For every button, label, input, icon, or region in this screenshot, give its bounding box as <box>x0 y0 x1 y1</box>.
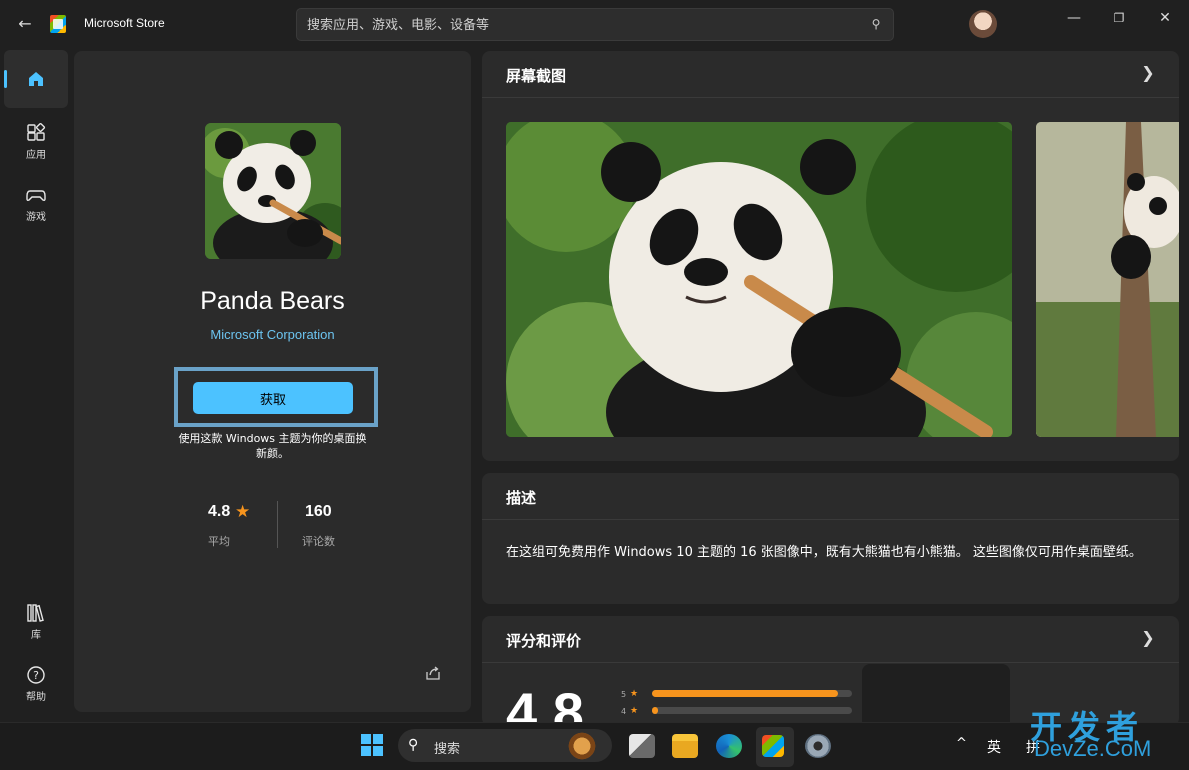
rating-bar-5 <box>652 690 852 697</box>
nav-apps[interactable]: 应用 <box>4 112 68 170</box>
search-icon[interactable]: ⚲ <box>869 17 883 31</box>
ratings-title: 评分和评价 <box>506 632 582 650</box>
average-rating: 4.8 <box>208 503 231 520</box>
review-count-label: 评论数 <box>302 535 335 548</box>
search-icon: ⚲ <box>408 737 419 753</box>
nav-library-label: 库 <box>31 630 41 641</box>
close-icon[interactable]: ✕ <box>1155 8 1175 28</box>
nav-help-label: 帮助 <box>26 692 46 703</box>
app-info-card: Panda Bears Microsoft Corporation 获取 使用这… <box>74 51 471 712</box>
chevron-right-icon[interactable]: ❯ <box>1140 64 1156 82</box>
description-title: 描述 <box>506 489 537 507</box>
store-icon <box>50 15 66 33</box>
section-separator <box>482 97 1179 98</box>
review-count: 160 <box>305 503 332 520</box>
star-icon: ★ <box>630 706 639 716</box>
app-title: Microsoft Store <box>84 16 165 30</box>
app-icon-image <box>205 123 341 259</box>
rating-bar-4 <box>652 707 852 714</box>
apps-icon <box>25 122 47 144</box>
windows-start-icon[interactable] <box>361 734 383 756</box>
search-highlight-icon[interactable] <box>565 732 599 760</box>
task-view-icon[interactable] <box>629 734 655 758</box>
nav-apps-label: 应用 <box>26 150 46 161</box>
settings-gear-icon[interactable] <box>805 734 831 758</box>
search-box[interactable]: ⚲ <box>296 8 894 41</box>
store-icon[interactable] <box>762 735 784 757</box>
screenshots-section: 屏幕截图 ❯ <box>482 51 1179 461</box>
section-separator <box>482 519 1179 520</box>
average-rating-label: 平均 <box>208 535 230 548</box>
share-icon[interactable] <box>425 665 441 681</box>
watermark-domain: DevZe.CoM <box>1034 736 1152 761</box>
description-section: 描述 在这组可免费用作 Windows 10 主题的 16 张图像中，既有大熊猫… <box>482 473 1179 604</box>
input-language[interactable]: 英 <box>987 737 1001 757</box>
stats-divider <box>277 501 278 548</box>
maximize-icon[interactable]: ❐ <box>1109 8 1129 28</box>
back-arrow-icon[interactable]: ← <box>14 13 36 35</box>
taskbar-search-label: 搜索 <box>434 742 461 757</box>
svg-text:?: ? <box>33 669 39 682</box>
minimize-icon[interactable]: — <box>1064 8 1084 28</box>
get-description: 使用这款 Windows 主题为你的桌面换新颜。 <box>178 432 367 460</box>
bar-star-label: 4 <box>621 707 627 716</box>
big-rating: 4.8 <box>506 681 584 726</box>
avatar[interactable] <box>969 10 997 38</box>
bar-star-label: 5 <box>621 690 627 699</box>
nav-help[interactable]: ? 帮助 <box>4 654 68 712</box>
publisher-link[interactable]: Microsoft Corporation <box>74 327 471 342</box>
app-name: Panda Bears <box>200 287 345 315</box>
chevron-right-icon[interactable]: ❯ <box>1140 629 1156 647</box>
section-separator <box>482 662 1179 663</box>
edge-browser-icon[interactable] <box>716 734 742 758</box>
star-icon: ★ <box>630 689 639 699</box>
screenshot-image-2[interactable] <box>1036 122 1179 437</box>
gamepad-icon <box>25 184 47 206</box>
help-icon: ? <box>25 664 47 686</box>
nav-games-label: 游戏 <box>26 212 46 223</box>
chevron-up-icon[interactable]: ^ <box>956 736 967 751</box>
rating-bar-fill <box>652 707 658 714</box>
star-icon: ★ <box>235 502 251 522</box>
nav-games[interactable]: 游戏 <box>4 174 68 232</box>
home-icon <box>25 68 47 90</box>
library-icon <box>25 602 47 624</box>
screenshots-title: 屏幕截图 <box>506 67 567 85</box>
search-input[interactable] <box>307 16 847 34</box>
file-explorer-icon[interactable] <box>672 734 698 758</box>
rating-bar-fill <box>652 690 838 697</box>
description-text: 在这组可免费用作 Windows 10 主题的 16 张图像中，既有大熊猫也有小… <box>506 545 1142 560</box>
nav-home[interactable] <box>4 50 68 108</box>
nav-library[interactable]: 库 <box>4 592 68 650</box>
get-button[interactable]: 获取 <box>193 382 353 414</box>
screenshot-image[interactable] <box>506 122 1012 437</box>
